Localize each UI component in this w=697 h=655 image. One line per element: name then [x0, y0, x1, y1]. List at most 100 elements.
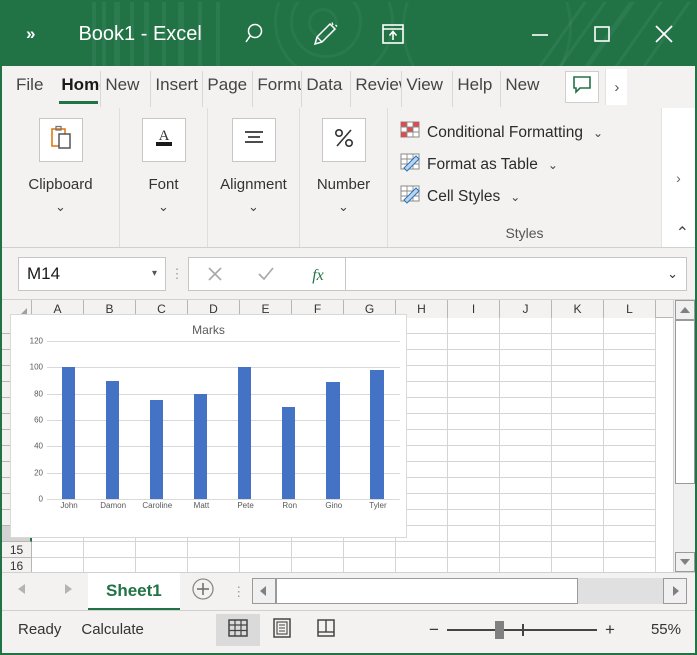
- row-header-16[interactable]: 16: [2, 558, 32, 572]
- column-header-L[interactable]: L: [604, 300, 656, 318]
- horizontal-scrollbar[interactable]: [251, 573, 695, 610]
- chart-object[interactable]: Marks 0 20 40 60 80 100 120 John Damon Caroline M…: [10, 314, 407, 538]
- chart-bar[interactable]: [105, 380, 119, 499]
- font-button[interactable]: A: [141, 118, 186, 162]
- column-header-K[interactable]: K: [552, 300, 604, 318]
- cell-K6[interactable]: [552, 398, 604, 414]
- cell-I4[interactable]: [448, 366, 500, 382]
- cell-I1[interactable]: [448, 318, 500, 334]
- maximize-button[interactable]: [571, 2, 633, 66]
- cell-G16[interactable]: [344, 558, 396, 572]
- minimize-button[interactable]: [509, 2, 571, 66]
- cell-L5[interactable]: [604, 382, 656, 398]
- tab-new-2[interactable]: New: [501, 71, 553, 107]
- add-sheet-button[interactable]: [180, 573, 226, 610]
- tab-view[interactable]: View: [402, 71, 454, 107]
- zoom-slider-thumb[interactable]: [495, 620, 504, 639]
- confirm-check-icon[interactable]: [256, 264, 276, 284]
- cell-I16[interactable]: [448, 558, 500, 572]
- comments-button[interactable]: [565, 71, 600, 103]
- tab-data[interactable]: Data: [302, 71, 352, 107]
- cell-K12[interactable]: [552, 494, 604, 510]
- cell-C16[interactable]: [136, 558, 188, 572]
- alignment-expand-chevron[interactable]: ⌄: [248, 199, 259, 215]
- chart-bar[interactable]: [61, 367, 75, 499]
- page-layout-view-button[interactable]: [260, 614, 304, 646]
- tab-home[interactable]: Home: [57, 71, 102, 107]
- cell-L7[interactable]: [604, 414, 656, 430]
- cell-L2[interactable]: [604, 334, 656, 350]
- cell-K5[interactable]: [552, 382, 604, 398]
- name-box[interactable]: M14 ▾: [18, 256, 166, 291]
- cell-J9[interactable]: [500, 446, 552, 462]
- chart-bar[interactable]: [370, 369, 384, 499]
- cell-I7[interactable]: [448, 414, 500, 430]
- cell-E16[interactable]: [240, 558, 292, 572]
- formula-bar-grip[interactable]: ⋮: [166, 266, 188, 282]
- cell-G15[interactable]: [344, 542, 396, 558]
- format-as-table-chevron[interactable]: ⌄: [548, 158, 558, 172]
- cell-I6[interactable]: [448, 398, 500, 414]
- cell-J14[interactable]: [500, 526, 552, 542]
- cell-K4[interactable]: [552, 366, 604, 382]
- cell-K9[interactable]: [552, 446, 604, 462]
- cell-F16[interactable]: [292, 558, 344, 572]
- next-sheet-icon[interactable]: [54, 582, 82, 601]
- cell-styles-button[interactable]: Cell Styles ⌄: [400, 184, 661, 209]
- cell-L6[interactable]: [604, 398, 656, 414]
- cell-I15[interactable]: [448, 542, 500, 558]
- cell-L12[interactable]: [604, 494, 656, 510]
- horizontal-scroll-thumb[interactable]: [275, 577, 578, 604]
- cell-styles-chevron[interactable]: ⌄: [510, 190, 520, 204]
- cell-J10[interactable]: [500, 462, 552, 478]
- scroll-down-button[interactable]: [674, 552, 695, 572]
- scroll-up-button[interactable]: [674, 300, 695, 320]
- chart-bar[interactable]: [238, 367, 252, 499]
- formula-input[interactable]: ⌄: [346, 256, 687, 291]
- tab-page-layout[interactable]: Page: [203, 71, 254, 107]
- cell-K2[interactable]: [552, 334, 604, 350]
- cell-K10[interactable]: [552, 462, 604, 478]
- cell-D16[interactable]: [188, 558, 240, 572]
- formula-expand-chevron[interactable]: ⌄: [667, 266, 678, 282]
- tab-new-1[interactable]: New: [101, 71, 152, 107]
- cell-K1[interactable]: [552, 318, 604, 334]
- column-header-J[interactable]: J: [500, 300, 552, 318]
- zoom-out-button[interactable]: −: [421, 620, 447, 640]
- draw-pen-icon[interactable]: [312, 21, 338, 47]
- cell-I9[interactable]: [448, 446, 500, 462]
- vertical-scroll-thumb[interactable]: [674, 320, 695, 484]
- cell-H16[interactable]: [396, 558, 448, 572]
- cell-D15[interactable]: [188, 542, 240, 558]
- calculation-mode-text[interactable]: Calculate: [71, 621, 154, 638]
- format-as-table-button[interactable]: Format as Table ⌄: [400, 152, 661, 177]
- cell-K15[interactable]: [552, 542, 604, 558]
- sheet-tab-sheet1[interactable]: Sheet1: [88, 573, 180, 610]
- cell-I8[interactable]: [448, 430, 500, 446]
- cell-I13[interactable]: [448, 510, 500, 526]
- present-icon[interactable]: [380, 21, 406, 47]
- cell-J7[interactable]: [500, 414, 552, 430]
- cell-K7[interactable]: [552, 414, 604, 430]
- cell-K16[interactable]: [552, 558, 604, 572]
- cell-I3[interactable]: [448, 350, 500, 366]
- sheet-bar-grip[interactable]: ⋮: [226, 573, 252, 610]
- tab-insert[interactable]: Insert: [151, 71, 204, 107]
- clipboard-expand-chevron[interactable]: ⌄: [55, 199, 66, 215]
- name-box-chevron[interactable]: ▾: [152, 268, 157, 279]
- more-options-chevron[interactable]: »: [26, 24, 36, 44]
- cell-J5[interactable]: [500, 382, 552, 398]
- cell-K14[interactable]: [552, 526, 604, 542]
- number-expand-chevron[interactable]: ⌄: [338, 199, 349, 215]
- row-header-15[interactable]: 15: [2, 542, 32, 558]
- cell-L16[interactable]: [604, 558, 656, 572]
- cell-L1[interactable]: [604, 318, 656, 334]
- cell-J6[interactable]: [500, 398, 552, 414]
- scroll-right-button[interactable]: [663, 577, 687, 604]
- cell-J11[interactable]: [500, 478, 552, 494]
- chart-bar[interactable]: [282, 406, 296, 499]
- alignment-button[interactable]: [231, 118, 276, 162]
- cell-J16[interactable]: [500, 558, 552, 572]
- cell-L8[interactable]: [604, 430, 656, 446]
- cell-I12[interactable]: [448, 494, 500, 510]
